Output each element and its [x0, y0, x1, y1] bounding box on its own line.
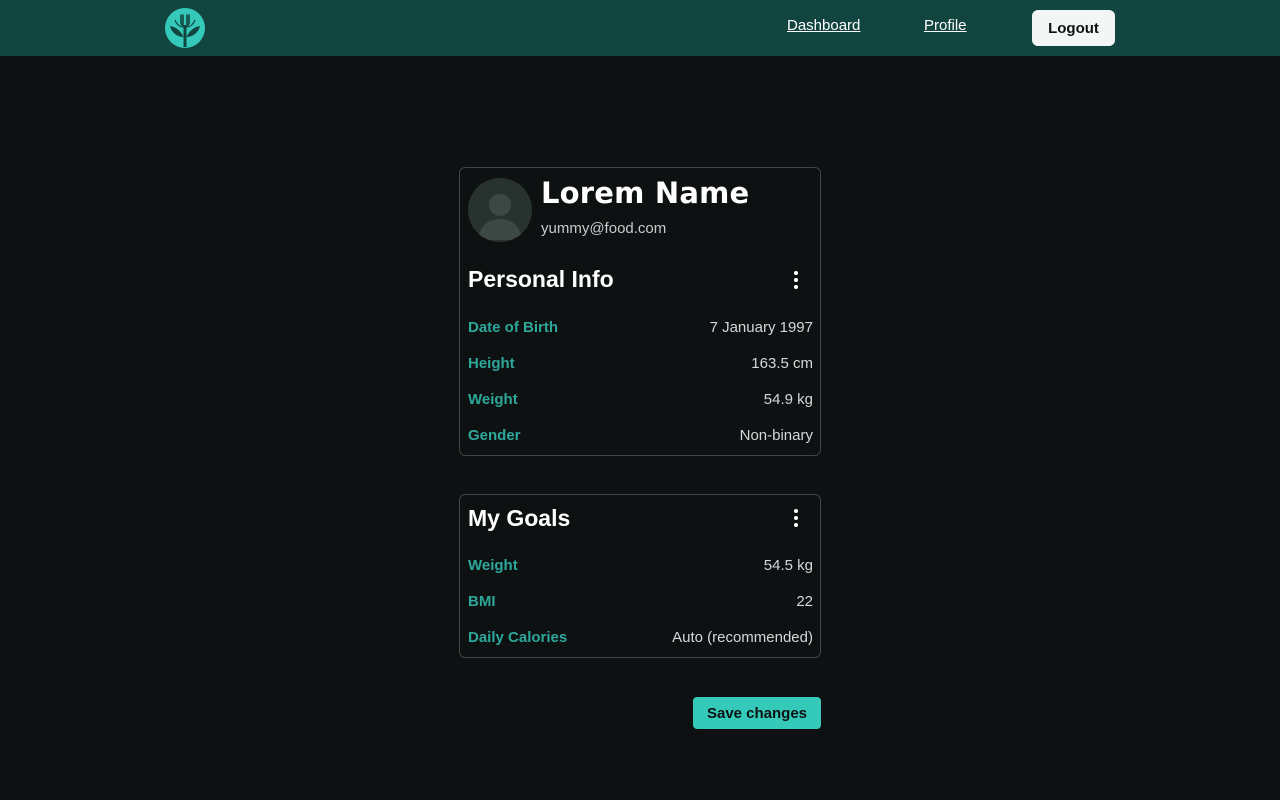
goal-value: Auto (recommended) — [672, 629, 813, 646]
info-row-date-of-birth: Date of Birth 7 January 1997 — [468, 319, 813, 341]
info-value: 7 January 1997 — [709, 319, 813, 336]
info-value: 54.9 kg — [763, 391, 813, 408]
goal-row-weight: Weight 54.5 kg — [468, 557, 813, 579]
profile-name: Lorem Name — [541, 176, 750, 210]
profile-card: Lorem Name yummy@food.com Personal Info … — [459, 167, 821, 456]
goal-row-bmi: BMI 22 — [468, 593, 813, 615]
info-label: Weight — [468, 391, 518, 408]
nav-link-dashboard[interactable]: Dashboard — [787, 17, 860, 34]
nav-link-profile[interactable]: Profile — [924, 17, 967, 34]
info-value: Non-binary — [739, 427, 813, 444]
save-changes-button[interactable]: Save changes — [693, 697, 821, 729]
logout-button[interactable]: Logout — [1032, 10, 1115, 46]
goals-card: My Goals Weight 54.5 kg BMI 22 Daily Cal… — [459, 494, 821, 658]
goal-value: 54.5 kg — [763, 557, 813, 574]
goal-label: Weight — [468, 557, 518, 574]
more-vertical-icon[interactable] — [788, 506, 804, 530]
info-label: Gender — [468, 427, 521, 444]
goal-label: BMI — [468, 593, 496, 610]
more-vertical-icon[interactable] — [788, 268, 804, 292]
info-value: 163.5 cm — [751, 355, 813, 372]
info-label: Height — [468, 355, 515, 372]
goal-row-daily-calories: Daily Calories Auto (recommended) — [468, 629, 813, 651]
goal-label: Daily Calories — [468, 629, 568, 646]
goals-title: My Goals — [468, 505, 571, 531]
info-label: Date of Birth — [468, 319, 558, 336]
info-row-height: Height 163.5 cm — [468, 355, 813, 377]
user-avatar-icon — [468, 178, 532, 242]
personal-info-title: Personal Info — [468, 266, 614, 292]
navbar: Dashboard Profile Logout — [0, 0, 1280, 56]
info-row-weight: Weight 54.9 kg — [468, 391, 813, 413]
goal-value: 22 — [796, 593, 813, 610]
info-row-gender: Gender Non-binary — [468, 427, 813, 449]
tree-fork-logo-icon[interactable] — [164, 7, 206, 49]
profile-email: yummy@food.com — [541, 220, 667, 237]
